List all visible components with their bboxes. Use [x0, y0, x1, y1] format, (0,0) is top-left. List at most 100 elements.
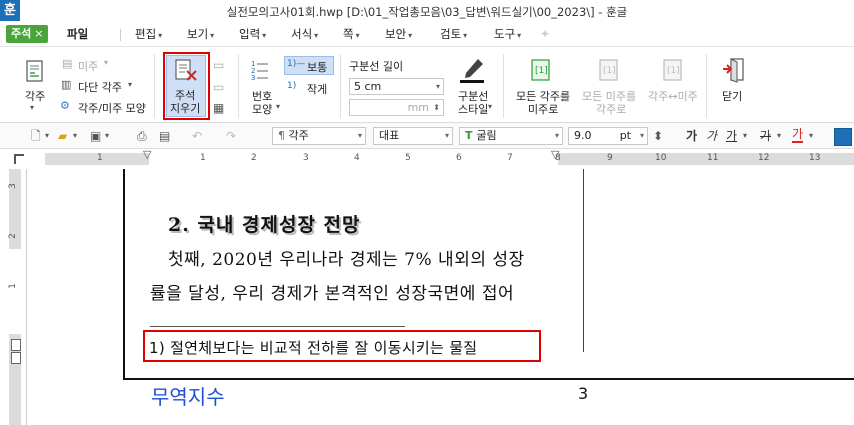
numbering-icon[interactable]: 1 2 3 [250, 58, 270, 82]
separator-length-select[interactable]: 5 cm ▾ [349, 78, 444, 95]
font-size-input[interactable]: 9.0 pt ▾ [568, 127, 648, 145]
vruler-marker-icon[interactable] [11, 339, 21, 351]
ribbon-divider [238, 54, 239, 118]
menu-review[interactable]: 검토 ▾ [440, 26, 467, 44]
chevron-down-icon: ▾ [444, 131, 449, 140]
font-select[interactable]: T 굴림 ▾ [459, 127, 563, 145]
language-select[interactable]: 대표 ▾ [373, 127, 453, 145]
redo-icon[interactable]: ↷ [226, 128, 236, 144]
footnote-highlight [143, 330, 541, 362]
ruler-number: 13 [809, 153, 821, 163]
page-border [123, 378, 854, 380]
ruler-number: 10 [655, 153, 667, 163]
ruler-corner [0, 150, 40, 170]
spinner-icon[interactable]: ⬍ [433, 100, 440, 115]
close-door-icon[interactable] [722, 57, 746, 83]
undo-icon[interactable]: ↶ [192, 128, 202, 144]
paragraph-line[interactable]: 첫째, 2020년 우리나라 경제는 7% 내외의 성장 [168, 245, 525, 270]
menu-divider [120, 29, 121, 41]
separator-mm-input[interactable]: mm ⬍ [349, 99, 444, 116]
preview-icon[interactable]: ▤ [159, 128, 170, 144]
multi-footnote-button[interactable]: 다단 각주 [78, 79, 122, 95]
chevron-down-icon: ▾ [158, 31, 163, 40]
menu-page[interactable]: 쪽 ▾ [343, 26, 360, 44]
convert-to-endnote-label-2[interactable]: 미주로 [528, 101, 558, 117]
close-icon[interactable]: × [34, 27, 43, 40]
strikethrough-icon[interactable]: 가 [760, 128, 771, 144]
separator-style-label-2[interactable]: 스타일 [458, 101, 488, 117]
style-select[interactable]: ¶ 각주 ▾ [272, 127, 366, 145]
menu-tools[interactable]: 도구 ▾ [494, 26, 521, 44]
chevron-down-icon: ▾ [314, 31, 319, 40]
menu-bar [0, 22, 854, 47]
separator-style-icon[interactable] [458, 57, 486, 85]
small-size-button[interactable]: 작게 [307, 81, 327, 97]
chevron-down-icon[interactable]: ▾ [777, 128, 781, 144]
footnote-shape-button[interactable]: 각주/미주 모양 [78, 100, 146, 116]
blue-annotation-text[interactable]: 무역지수 [151, 381, 225, 410]
font-size-value: 9.0 [574, 129, 592, 142]
multi-column-icon: ▥ [61, 78, 72, 91]
chevron-down-icon[interactable]: ▾ [45, 128, 49, 144]
spinner-icon[interactable]: ⬍ [653, 128, 663, 144]
menu-view-label: 보기 [187, 27, 209, 41]
menu-security[interactable]: 보안 ▾ [385, 26, 412, 44]
swap-notes-icon: [1] [661, 58, 685, 82]
underline-icon[interactable]: 가 [726, 128, 737, 144]
close-button[interactable]: 닫기 [722, 88, 742, 104]
svg-text:[1]: [1] [603, 66, 616, 76]
menu-view[interactable]: 보기 ▾ [187, 26, 214, 44]
chevron-down-icon: ▾ [276, 102, 281, 111]
chevron-down-icon[interactable]: ▾ [809, 128, 813, 144]
style-icon: ¶ [278, 129, 289, 142]
align-justify-icon[interactable] [834, 128, 852, 146]
separator-length-value: 5 cm [354, 80, 382, 93]
title-bar: 훈 실전모의고사01회.hwp [D:\01_작업총모음\03_답변\워드실기\… [0, 0, 854, 23]
indent-marker-icon[interactable]: ▽ [143, 149, 151, 160]
chevron-down-icon[interactable]: ▾ [105, 128, 109, 144]
convert-to-footnote-label-2[interactable]: 각주로 [596, 101, 626, 117]
font-color-icon[interactable]: 가 [792, 128, 804, 143]
vruler-number: 1 [7, 283, 18, 289]
numbering-label-2[interactable]: 모양 [252, 101, 272, 117]
chevron-down-icon[interactable]: ▾ [743, 128, 747, 144]
chevron-down-icon: ▾ [128, 80, 133, 89]
next-icon: ▭ [213, 80, 225, 94]
footnote-icon[interactable] [22, 59, 48, 83]
convert-to-endnote-icon[interactable]: [1] [529, 58, 553, 82]
table-icon[interactable]: ▦ [213, 101, 224, 115]
normal-size-label: 보통 [307, 61, 328, 74]
open-folder-icon[interactable]: ▰ [58, 128, 67, 144]
save-icon[interactable]: ▣ [90, 128, 101, 144]
swap-notes-button[interactable]: 각주↔미주 [648, 88, 698, 104]
italic-icon[interactable]: 가 [706, 128, 717, 144]
vertical-ruler[interactable]: 3 2 1 [0, 169, 27, 425]
delete-annotation-icon[interactable] [173, 58, 199, 82]
menu-format[interactable]: 서식 ▾ [291, 26, 318, 44]
ruler-number: 1 [97, 153, 103, 163]
chevron-down-icon: ▾ [554, 131, 559, 140]
corner-icon [14, 154, 24, 164]
footnote-button[interactable]: 각주 [25, 88, 45, 104]
print-icon[interactable]: ⎙ [137, 128, 147, 144]
delete-annotation-label-2: 지우기 [170, 102, 201, 115]
menu-file[interactable]: 파일 [67, 26, 88, 42]
ruler-number: 7 [507, 153, 513, 163]
chevron-down-icon[interactable]: ▾ [73, 128, 77, 144]
font-select-value: 굴림 [476, 129, 497, 142]
vruler-marker-icon[interactable] [11, 352, 21, 364]
endnote-button[interactable]: 미주 [78, 58, 98, 74]
svg-text:[1]: [1] [535, 66, 548, 76]
paragraph-line[interactable]: 률을 달성, 우리 경제가 본격적인 성장국면에 접어 [150, 279, 514, 304]
chevron-down-icon: ▾ [30, 103, 35, 112]
menu-insert[interactable]: 입력 ▾ [239, 26, 266, 44]
menu-edit[interactable]: 편집 ▾ [135, 26, 162, 44]
tab-annotation[interactable]: 주석 × [6, 25, 49, 43]
document-heading[interactable]: 2. 국내 경제성장 전망 [168, 210, 361, 237]
ribbon-divider [503, 54, 504, 118]
new-document-icon[interactable]: 🗋 [31, 128, 41, 144]
ruler-number: 12 [758, 153, 770, 163]
horizontal-ruler[interactable]: ▽ ▽ 1 1 2 3 4 5 6 7 8 9 10 11 12 13 [40, 149, 854, 170]
bold-icon[interactable]: 가 [686, 128, 697, 144]
prev-icon: ▭ [213, 58, 225, 72]
